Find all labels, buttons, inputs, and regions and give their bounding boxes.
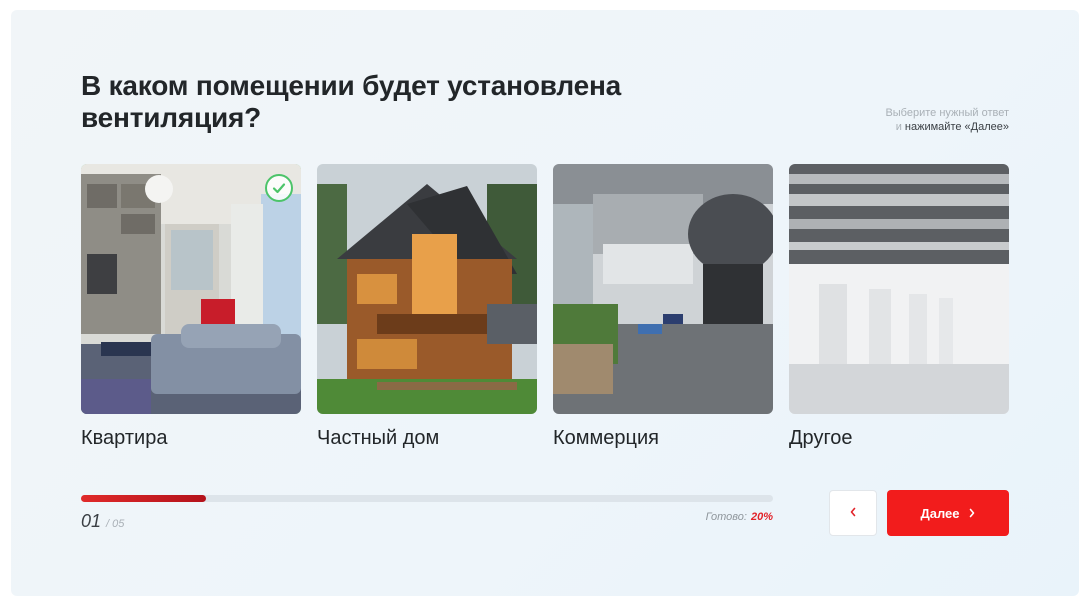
ready-label: Готово: <box>705 511 747 523</box>
question-title: В каком помещении будет установлена вент… <box>81 70 622 133</box>
instruction-hint: Выберите нужный ответ и нажимайте «Далее… <box>885 106 1009 134</box>
progress-fill <box>81 495 206 502</box>
ready-status: Готово: 20% <box>640 511 773 523</box>
next-button-label: Далее <box>920 505 960 521</box>
other-image <box>789 164 1009 414</box>
private-house-image <box>317 164 537 414</box>
option-label: Частный дом <box>317 427 440 449</box>
hint-line-2: и нажимайте «Далее» <box>895 121 1009 133</box>
option-apartment[interactable]: Квартира <box>81 164 301 449</box>
prev-button[interactable] <box>829 490 877 536</box>
option-other[interactable]: Другое <box>789 164 1009 449</box>
next-button[interactable]: Далее <box>887 490 1009 536</box>
chevron-left-icon <box>849 504 857 522</box>
hint-line-1: Выберите нужный ответ <box>885 107 1009 119</box>
option-label: Квартира <box>81 427 168 449</box>
option-commercial[interactable]: Коммерция <box>553 164 773 449</box>
step-counter: 01 / 05 <box>81 511 124 532</box>
apartment-image <box>81 164 301 414</box>
commercial-image <box>553 164 773 414</box>
current-step: 01 <box>81 511 102 531</box>
total-steps: / 05 <box>106 518 125 530</box>
option-label: Коммерция <box>553 427 659 449</box>
ready-value: 20% <box>750 511 773 523</box>
option-private-house[interactable]: Частный дом <box>317 164 537 449</box>
progress-bar <box>81 495 773 502</box>
chevron-right-icon <box>968 506 976 521</box>
option-label: Другое <box>789 427 853 449</box>
selected-check-icon <box>265 174 293 202</box>
